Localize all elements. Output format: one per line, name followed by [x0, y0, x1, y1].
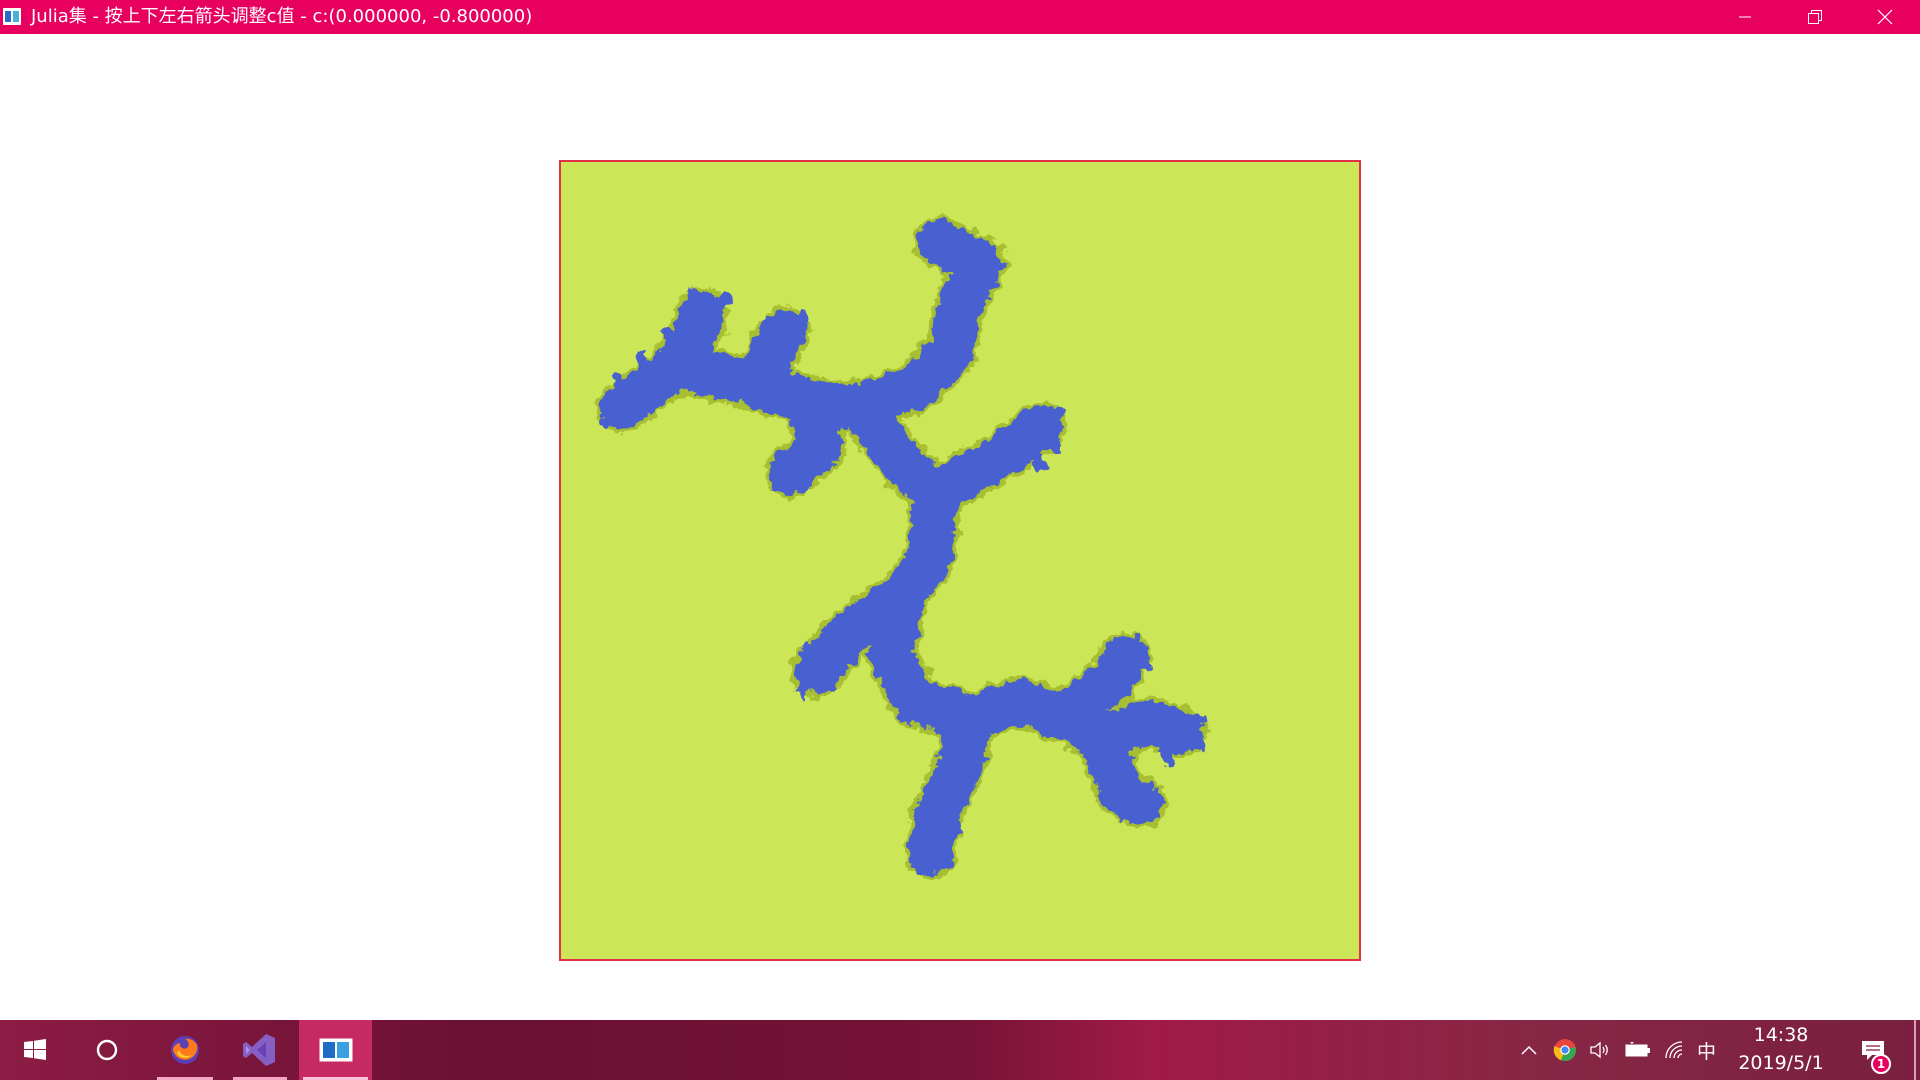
chevron-up-icon	[1521, 1045, 1537, 1055]
clock[interactable]: 14:38 2019/5/1	[1723, 1020, 1839, 1080]
taskbar-firefox[interactable]	[153, 1020, 217, 1080]
app-icon	[3, 8, 21, 25]
fractal-tendril	[946, 252, 971, 267]
visual-studio-icon	[243, 1034, 275, 1066]
restore-button[interactable]	[1780, 0, 1850, 34]
firefox-icon	[171, 1036, 199, 1064]
chrome-icon	[1553, 1039, 1576, 1062]
minimize-icon	[1739, 16, 1751, 18]
close-button[interactable]	[1850, 0, 1920, 34]
julia-canvas[interactable]	[559, 160, 1361, 961]
cortana-search-icon	[96, 1039, 118, 1061]
minimize-button[interactable]	[1710, 0, 1780, 34]
clock-date: 2019/5/1	[1738, 1052, 1824, 1074]
fractal-tendril	[928, 219, 944, 247]
tray-chrome[interactable]	[1553, 1038, 1577, 1062]
julia-app-icon	[319, 1038, 352, 1062]
show-hidden-icons-button[interactable]	[1517, 1038, 1541, 1062]
windows-start-icon	[24, 1039, 46, 1060]
restore-icon	[1808, 10, 1822, 24]
tray-battery[interactable]	[1624, 1038, 1652, 1062]
tray-volume[interactable]	[1588, 1038, 1612, 1062]
window-title: Julia集 - 按上下左右箭头调整c值 - c:(0.000000, -0.8…	[31, 6, 533, 27]
wifi-icon	[1665, 1041, 1683, 1059]
title-bar[interactable]: Julia集 - 按上下左右箭头调整c值 - c:(0.000000, -0.8…	[0, 0, 1920, 34]
notification-badge: 1	[1871, 1054, 1891, 1074]
julia-fractal-image	[597, 216, 1207, 878]
volume-icon	[1590, 1041, 1608, 1059]
fractal-tendril	[936, 822, 961, 837]
taskbar-julia-app[interactable]	[299, 1020, 372, 1080]
ime-indicator[interactable]: 中	[1697, 1037, 1716, 1064]
show-desktop-button[interactable]	[1914, 1020, 1916, 1080]
clock-time: 14:38	[1753, 1024, 1809, 1046]
close-icon	[1877, 9, 1893, 25]
taskbar: 中 14:38 2019/5/1 1	[0, 1020, 1920, 1080]
client-area	[0, 34, 1920, 1020]
start-button[interactable]	[0, 1020, 70, 1080]
tray-network[interactable]	[1662, 1038, 1686, 1062]
cortana-button[interactable]	[72, 1020, 142, 1080]
battery-icon	[1625, 1042, 1650, 1057]
taskbar-visual-studio[interactable]	[229, 1020, 291, 1080]
